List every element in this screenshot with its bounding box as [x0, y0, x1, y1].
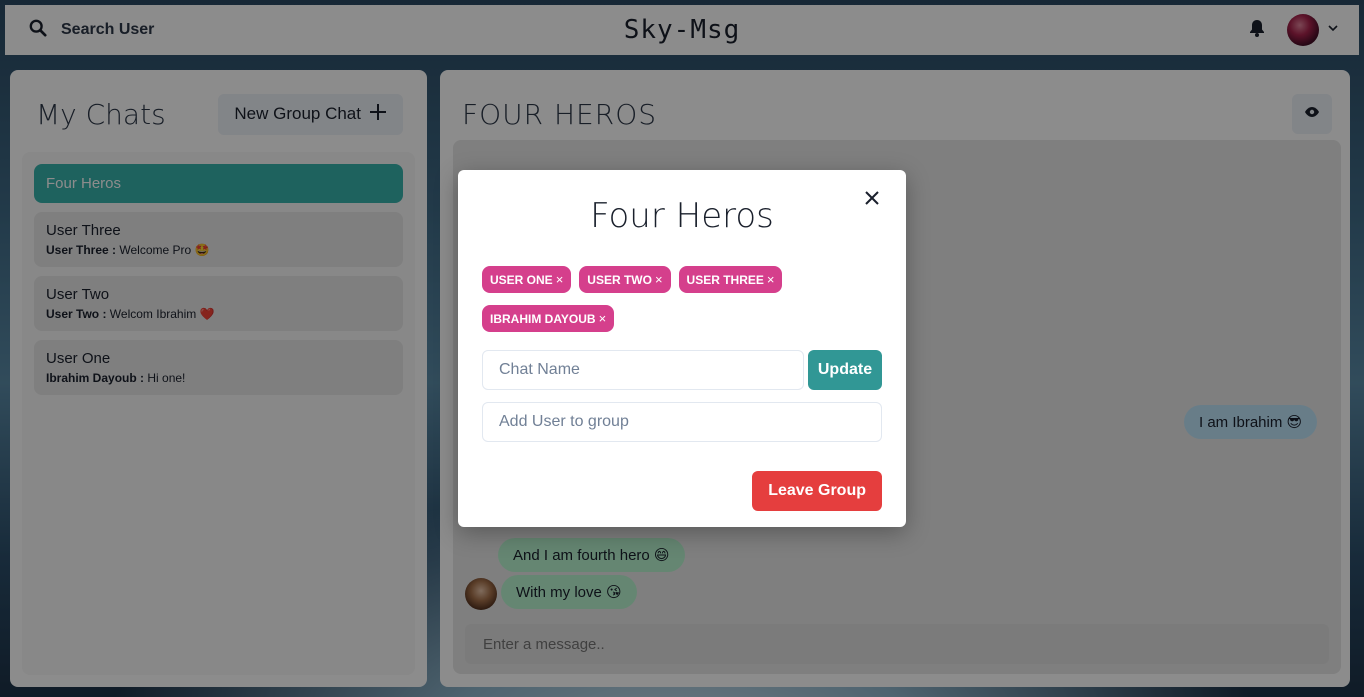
close-button[interactable] — [856, 184, 888, 216]
member-name: USER TWO — [587, 272, 652, 287]
modal-title: Four Heros — [590, 196, 774, 236]
add-user-input[interactable] — [482, 402, 882, 442]
group-settings-modal: Four Heros USER ONE × USER TWO × USER THRE… — [458, 170, 906, 527]
close-icon[interactable]: × — [556, 272, 564, 287]
member-badge-ibrahim-dayoub[interactable]: IBRAHIM DAYOUB × — [482, 305, 615, 332]
close-icon[interactable]: × — [767, 272, 775, 287]
rename-row: Update — [482, 350, 882, 390]
member-badge-user-one[interactable]: USER ONE × — [482, 266, 572, 293]
chat-name-input[interactable] — [482, 350, 804, 390]
member-badge-user-three[interactable]: USER THREE × — [678, 266, 783, 293]
close-icon — [865, 190, 879, 210]
member-badges: USER ONE × USER TWO × USER THREE × IBRAHIM … — [482, 266, 802, 332]
member-name: IBRAHIM DAYOUB — [490, 311, 596, 326]
update-button[interactable]: Update — [808, 350, 882, 390]
member-name: USER THREE — [686, 272, 764, 287]
member-badge-user-two[interactable]: USER TWO × — [579, 266, 671, 293]
close-icon[interactable]: × — [655, 272, 663, 287]
close-icon[interactable]: × — [599, 311, 607, 326]
leave-group-button[interactable]: Leave Group — [752, 471, 882, 511]
member-name: USER ONE — [490, 272, 553, 287]
